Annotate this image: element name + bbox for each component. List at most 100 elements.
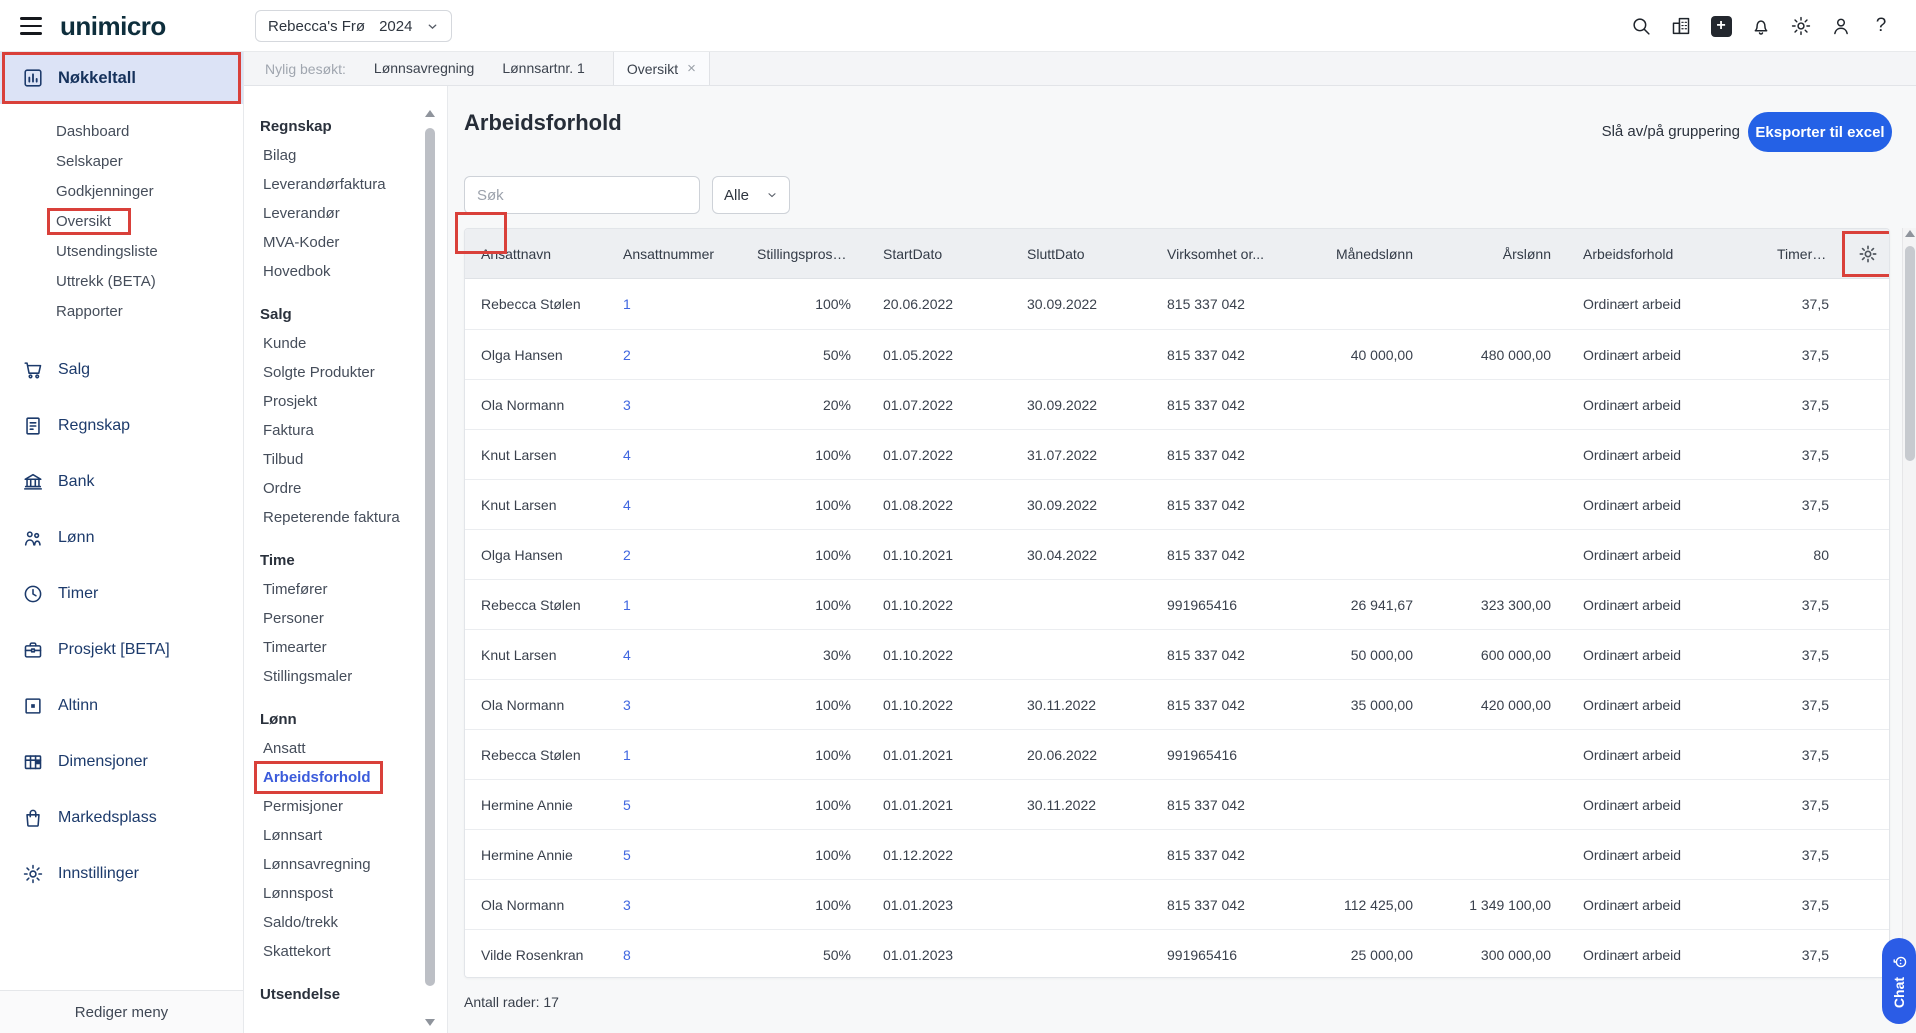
submenu-item-personer[interactable]: Personer	[244, 604, 447, 633]
sidebar-item-dashboard[interactable]: Dashboard	[0, 116, 243, 146]
table-row[interactable]: Hermine Annie5100%01.01.202130.11.202281…	[465, 779, 1889, 829]
submenu-item-leverand-rfaktura[interactable]: Leverandørfaktura	[244, 170, 447, 199]
recent-tab[interactable]: Lønnsartnr. 1	[502, 60, 585, 76]
employee-number-link[interactable]: 1	[607, 747, 741, 763]
submenu-item-permisjoner[interactable]: Permisjoner	[244, 792, 447, 821]
search-icon[interactable]	[1630, 15, 1652, 37]
table-row[interactable]: Vilde Rosenkran850%01.01.202399196541625…	[465, 929, 1889, 978]
table-row[interactable]: Knut Larsen4100%01.08.202230.09.2022815 …	[465, 479, 1889, 529]
sidebar-item-l-nn[interactable]: Lønn	[0, 510, 243, 566]
close-icon[interactable]: ×	[687, 60, 696, 77]
submenu-item-l-nnspost[interactable]: Lønnspost	[244, 879, 447, 908]
employee-number-link[interactable]: 1	[607, 597, 741, 613]
employee-number-link[interactable]: 2	[607, 347, 741, 363]
sidebar-item-salg[interactable]: Salg	[0, 342, 243, 398]
scroll-down-icon[interactable]	[425, 1019, 435, 1026]
column-header[interactable]: Ansattnummer	[607, 246, 741, 262]
submenu-item-saldo-trekk[interactable]: Saldo/trekk	[244, 908, 447, 937]
submenu-section-title[interactable]: Lønn	[244, 705, 447, 734]
submenu-section-title[interactable]: Regnskap	[244, 112, 447, 141]
sidebar-item-bank[interactable]: Bank	[0, 454, 243, 510]
notifications-icon[interactable]	[1750, 15, 1772, 37]
chat-button[interactable]: Chat	[1882, 938, 1916, 1024]
sidebar-item-timer[interactable]: Timer	[0, 566, 243, 622]
menu-icon[interactable]	[20, 17, 42, 35]
recent-tab[interactable]: Lønnsavregning	[374, 60, 474, 76]
sidebar-item-oversikt[interactable]: Oversikt	[0, 206, 243, 236]
submenu-scrollbar-thumb[interactable]	[425, 128, 435, 986]
sidebar-item-godkjenninger[interactable]: Godkjenninger	[0, 176, 243, 206]
employee-number-link[interactable]: 3	[607, 697, 741, 713]
submenu-item-mva-koder[interactable]: MVA-Koder	[244, 228, 447, 257]
submenu-item-arbeidsforhold[interactable]: Arbeidsforhold	[244, 763, 447, 792]
settings-icon[interactable]	[1790, 15, 1812, 37]
submenu-item-prosjekt[interactable]: Prosjekt	[244, 387, 447, 416]
table-row[interactable]: Olga Hansen2100%01.10.202130.04.2022815 …	[465, 529, 1889, 579]
submenu-item-hovedbok[interactable]: Hovedbok	[244, 257, 447, 286]
employee-number-link[interactable]: 5	[607, 847, 741, 863]
sidebar-item-utsendingsliste[interactable]: Utsendingsliste	[0, 236, 243, 266]
table-row[interactable]: Knut Larsen4100%01.07.202231.07.2022815 …	[465, 429, 1889, 479]
submenu-item-timearter[interactable]: Timearter	[244, 633, 447, 662]
employee-number-link[interactable]: 4	[607, 447, 741, 463]
companies-icon[interactable]	[1670, 15, 1692, 37]
employee-number-link[interactable]: 4	[607, 647, 741, 663]
scroll-up-icon[interactable]	[425, 110, 435, 117]
submenu-item-kunde[interactable]: Kunde	[244, 329, 447, 358]
tab-oversikt[interactable]: Oversikt ×	[613, 52, 710, 85]
employee-number-link[interactable]: 1	[607, 296, 741, 312]
grouping-toggle[interactable]: Slå av/på gruppering	[1602, 123, 1740, 140]
filter-dropdown[interactable]: Alle	[712, 176, 790, 214]
submenu-item-faktura[interactable]: Faktura	[244, 416, 447, 445]
table-row[interactable]: Olga Hansen250%01.05.2022815 337 04240 0…	[465, 329, 1889, 379]
sidebar-item-selskaper[interactable]: Selskaper	[0, 146, 243, 176]
submenu-item-solgte-produkter[interactable]: Solgte Produkter	[244, 358, 447, 387]
column-header[interactable]: Månedslønn	[1301, 246, 1429, 262]
sidebar-item-innstillinger[interactable]: Innstillinger	[0, 846, 243, 902]
submenu-item-tilbud[interactable]: Tilbud	[244, 445, 447, 474]
page-scrollbar-thumb[interactable]	[1905, 246, 1915, 461]
edit-menu-button[interactable]: Rediger meny	[75, 1004, 168, 1021]
column-header[interactable]: Stillingsprosent	[741, 246, 867, 262]
sidebar-item-rapporter[interactable]: Rapporter	[0, 296, 243, 326]
submenu-item-ansatt[interactable]: Ansatt	[244, 734, 447, 763]
employee-number-link[interactable]: 4	[607, 497, 741, 513]
sidebar-item-regnskap[interactable]: Regnskap	[0, 398, 243, 454]
table-row[interactable]: Ola Normann3100%01.01.2023815 337 042112…	[465, 879, 1889, 929]
submenu-item-stillingsmaler[interactable]: Stillingsmaler	[244, 662, 447, 691]
submenu-section-title[interactable]: Salg	[244, 300, 447, 329]
employee-number-link[interactable]: 5	[607, 797, 741, 813]
employee-number-link[interactable]: 3	[607, 397, 741, 413]
help-icon[interactable]: ?	[1870, 15, 1892, 37]
employee-number-link[interactable]: 2	[607, 547, 741, 563]
submenu-item-ordre[interactable]: Ordre	[244, 474, 447, 503]
submenu-section-title[interactable]: Utsendelse	[244, 980, 447, 1009]
column-header[interactable]: Timer pr uke f...	[1761, 246, 1845, 262]
table-row[interactable]: Hermine Annie5100%01.12.2022815 337 042O…	[465, 829, 1889, 879]
submenu-item-leverand-r[interactable]: Leverandør	[244, 199, 447, 228]
user-icon[interactable]	[1830, 15, 1852, 37]
sidebar-item-nokkeltall[interactable]: Nøkkeltall	[0, 52, 243, 104]
search-input[interactable]	[464, 176, 700, 214]
column-header[interactable]: SluttDato	[1011, 246, 1151, 262]
scroll-up-icon[interactable]	[1905, 230, 1915, 237]
submenu-item-bilag[interactable]: Bilag	[244, 141, 447, 170]
add-icon[interactable]: +	[1710, 15, 1732, 37]
submenu-item-timef-rer[interactable]: Timefører	[244, 575, 447, 604]
submenu-scrollbar[interactable]	[424, 108, 436, 1028]
column-header[interactable]: Arbeidsforhold	[1567, 246, 1761, 262]
submenu-item-skattekort[interactable]: Skattekort	[244, 937, 447, 966]
table-row[interactable]: Ola Normann3100%01.10.202230.11.2022815 …	[465, 679, 1889, 729]
sidebar-item-markedsplass[interactable]: Markedsplass	[0, 790, 243, 846]
employee-number-link[interactable]: 8	[607, 947, 741, 963]
column-header[interactable]: StartDato	[867, 246, 1011, 262]
submenu-item-repeterende-faktura[interactable]: Repeterende faktura	[244, 503, 447, 532]
table-row[interactable]: Rebecca Stølen1100%01.10.202299196541626…	[465, 579, 1889, 629]
sidebar-item-uttrekk-beta-[interactable]: Uttrekk (BETA)	[0, 266, 243, 296]
submenu-item-l-nnsart[interactable]: Lønnsart	[244, 821, 447, 850]
submenu-item-l-nnsavregning[interactable]: Lønnsavregning	[244, 850, 447, 879]
employee-number-link[interactable]: 3	[607, 897, 741, 913]
column-header[interactable]: Ansattnavn	[465, 246, 607, 262]
table-row[interactable]: Rebecca Stølen1100%01.01.202120.06.20229…	[465, 729, 1889, 779]
column-header[interactable]: Årslønn	[1429, 246, 1567, 262]
